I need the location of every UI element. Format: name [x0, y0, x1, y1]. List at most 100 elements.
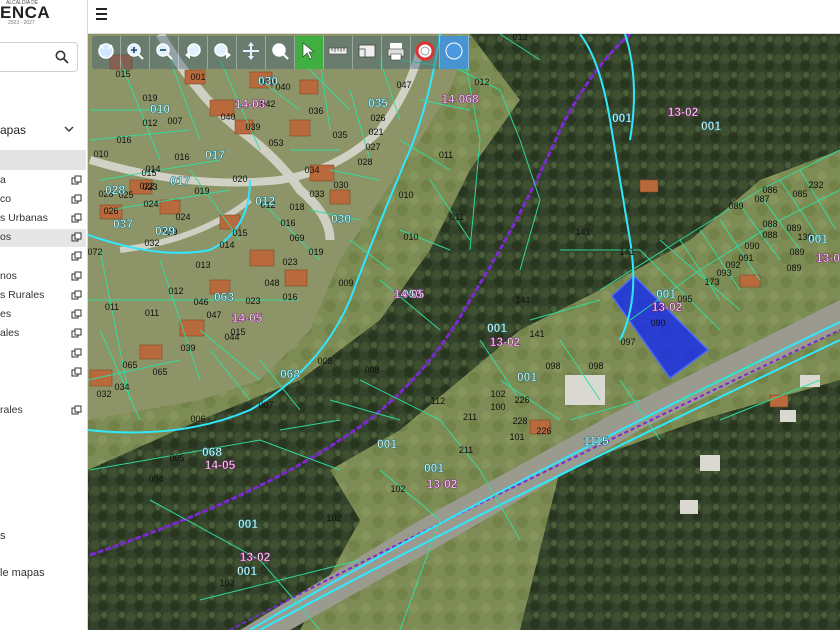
layer-item[interactable]	[0, 364, 86, 382]
layer-item[interactable]: rales	[0, 402, 86, 420]
measure-area-icon	[358, 44, 376, 58]
logo: ALCALDÍA DE ENCA 2023 - 2027	[0, 0, 87, 34]
left-panel: ALCALDÍA DE ENCA 2023 - 2027 apas a co s U…	[0, 0, 88, 630]
sector-code-label: 012	[255, 194, 275, 208]
parcel-number-label: 011	[145, 308, 159, 318]
identify-button[interactable]	[295, 36, 324, 69]
parcel-number-label: 173	[704, 277, 719, 287]
parcel-number-label: 085	[792, 189, 807, 199]
print-icon	[387, 43, 405, 61]
parcel-number-label: 090	[744, 241, 759, 251]
layer-label: os	[0, 231, 12, 243]
layer-item[interactable]: es	[0, 306, 86, 324]
layer-item[interactable]: a	[0, 172, 86, 190]
zoom-window-button[interactable]	[266, 36, 295, 69]
parcel-number-label: 011	[105, 302, 119, 312]
layer-item[interactable]: s Urbanas	[0, 210, 86, 228]
parcel-number-label: 102	[326, 513, 341, 523]
pan-icon	[243, 42, 259, 60]
parcel-number-label: 088	[762, 219, 777, 229]
print-button[interactable]	[382, 36, 411, 69]
menu-icon[interactable]	[96, 8, 114, 24]
pan-button[interactable]	[237, 36, 266, 69]
layer-label: rales	[0, 404, 23, 416]
parcel-number-label: 028	[357, 157, 372, 167]
layer-options-icon[interactable]	[71, 213, 82, 224]
parcel-number-label: 013	[512, 34, 527, 42]
help-icon	[415, 41, 435, 61]
layer-item[interactable]	[0, 248, 86, 266]
parcel-number-label: 005	[169, 453, 184, 463]
sector-code-label: 001	[237, 564, 257, 578]
layer-item[interactable]: os	[0, 229, 86, 247]
layer-item[interactable]: s Rurales	[0, 287, 86, 305]
sector-code-label: 001	[808, 232, 828, 246]
layer-options-icon[interactable]	[71, 271, 82, 282]
layer-item[interactable]	[0, 345, 86, 363]
parcel-number-label: 141	[619, 247, 634, 257]
parcel-number-label: 011	[439, 150, 453, 160]
sector-code-label: 001	[377, 437, 397, 451]
layer-options-icon[interactable]	[71, 175, 82, 186]
sector-code-label: 001	[487, 321, 507, 335]
help-button[interactable]	[411, 36, 440, 69]
layer-options-icon[interactable]	[71, 194, 82, 205]
measure-button[interactable]	[324, 36, 353, 69]
parcel-number-label: 015	[230, 327, 245, 337]
parcel-number-label: 010	[403, 232, 418, 242]
layer-options-icon[interactable]	[71, 309, 82, 320]
zoom-out-button[interactable]	[150, 36, 179, 69]
layer-options-icon[interactable]	[71, 405, 82, 416]
layer-options-icon[interactable]	[71, 348, 82, 359]
parcel-number-label: 039	[245, 122, 260, 132]
layer-options-icon[interactable]	[71, 232, 82, 243]
search-icon[interactable]	[55, 50, 69, 64]
zoom-out-icon	[156, 43, 173, 60]
layer-options-icon[interactable]	[71, 290, 82, 301]
bottom-link[interactable]: s	[0, 530, 6, 542]
section-title[interactable]: apas	[0, 123, 26, 137]
measure-area-button[interactable]	[353, 36, 382, 69]
map-view[interactable]: 013 015 001 030 040 047 012 042 036 019 040 039 026 0…	[88, 34, 840, 630]
sector-code-label: 001	[656, 287, 676, 301]
parcel-number-label: 048	[264, 278, 279, 288]
layer-options-icon[interactable]	[71, 328, 82, 339]
layer-options-icon[interactable]	[71, 251, 82, 262]
map-canvas[interactable]: 013015 001 030 040 047 0120420360190400390260…	[88, 34, 840, 630]
chevron-down-icon[interactable]	[64, 124, 74, 134]
parcel-number-label: 010	[93, 149, 108, 159]
layer-item[interactable]: ales	[0, 325, 86, 343]
parcel-number-label: 012	[474, 77, 489, 87]
sector-code-label: 035	[368, 96, 388, 110]
search-input[interactable]	[0, 42, 78, 72]
sector-code-label: 030	[331, 212, 351, 226]
layer-options-icon[interactable]	[71, 367, 82, 378]
parcel-number-label: 069	[289, 233, 304, 243]
zoom-in-button[interactable]	[121, 36, 150, 69]
zoom-extent-button[interactable]	[92, 36, 121, 69]
layer-label: es	[0, 308, 12, 320]
parcel-number-label: 008	[364, 365, 379, 375]
parcel-number-label: 030	[333, 180, 348, 190]
zone-code-label: 13-02	[668, 105, 699, 119]
parcel-number-label: 033	[309, 189, 324, 199]
sector-code-label: 001	[517, 370, 537, 384]
parcel-number-label: 141	[529, 329, 544, 339]
previous-extent-button[interactable]	[179, 36, 208, 69]
sector-code-label: 028	[105, 183, 125, 197]
zone-code-label: 14-05	[394, 287, 425, 301]
layer-item[interactable]: nos	[0, 268, 86, 286]
parcel-number-label: 101	[509, 432, 524, 442]
zone-code-label: 13-0	[816, 251, 840, 265]
parcel-number-label: 009	[338, 278, 353, 288]
next-extent-button[interactable]	[208, 36, 237, 69]
bottom-link[interactable]: le mapas	[0, 567, 45, 579]
parcel-number-label: 015	[141, 168, 156, 178]
parcel-number-label: 089	[728, 201, 743, 211]
parcel-number-label: 001	[190, 72, 205, 82]
parcel-number-label: 226	[536, 426, 551, 436]
layer-label: co	[0, 193, 12, 205]
layer-item[interactable]: co	[0, 191, 86, 209]
globe-button[interactable]	[440, 36, 469, 69]
parcel-number-label: 102	[490, 389, 505, 399]
